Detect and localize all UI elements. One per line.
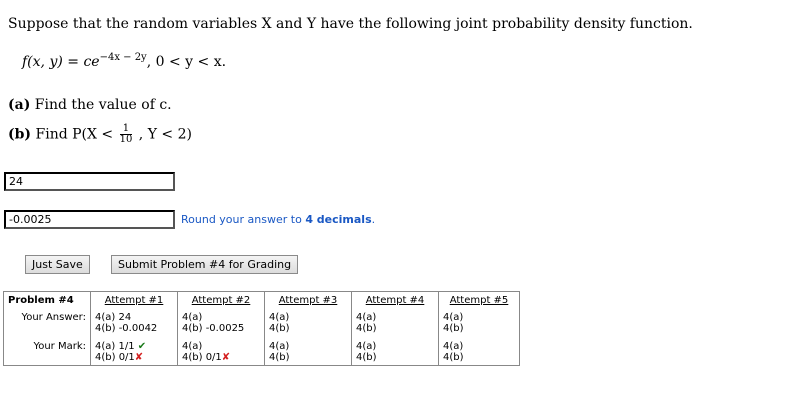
attempt-5-answer: 4(a) 4(b) bbox=[438, 308, 520, 335]
attempt-5-mark: 4(a) 4(b) bbox=[438, 335, 520, 366]
attempt-1-answer: 4(a) 24 4(b) -0.0042 bbox=[90, 308, 178, 335]
part-a-text: Find the value of c. bbox=[34, 97, 172, 113]
hint-bold: 4 decimals bbox=[305, 213, 372, 226]
mark-text: 4(b) 0/1 bbox=[95, 352, 135, 363]
attempt-3-answer: 4(a) 4(b) bbox=[264, 308, 352, 335]
formula-tail: , 0 < y < x. bbox=[146, 54, 227, 70]
answer-line: 4(b) bbox=[269, 323, 290, 334]
hint-prefix: Round your answer to bbox=[181, 213, 306, 226]
mark-text: 4(a) bbox=[356, 341, 377, 352]
answer-line: 4(b) -0.0042 bbox=[95, 323, 158, 334]
attempt-1-link[interactable]: Attempt #1 bbox=[90, 291, 178, 308]
mark-text: 4(a) bbox=[443, 341, 464, 352]
part-b-label: (b) bbox=[8, 126, 32, 143]
attempt-5-link[interactable]: Attempt #5 bbox=[438, 291, 520, 308]
attempt-2-answer: 4(a) 4(b) -0.0025 bbox=[177, 308, 265, 335]
part-a: (a) Find the value of c. bbox=[8, 97, 172, 113]
part-b-suffix: , Y < 2) bbox=[138, 126, 192, 143]
answer-b-input[interactable]: -0.0025 bbox=[4, 210, 175, 229]
check-icon: ✔ bbox=[137, 341, 147, 352]
problem-intro: Suppose that the random variables X and … bbox=[8, 16, 693, 32]
fraction: 1 10 bbox=[119, 124, 133, 145]
your-mark-row: Your Mark: 4(a) 1/1 ✔ 4(b) 0/1✘ 4(a) 4(b… bbox=[4, 335, 520, 366]
attempt-2-mark: 4(a) 4(b) 0/1✘ bbox=[177, 335, 265, 366]
attempt-4-answer: 4(a) 4(b) bbox=[351, 308, 439, 335]
rounding-hint: Round your answer to 4 decimals. bbox=[181, 213, 375, 226]
part-b-prefix: Find P(X < bbox=[35, 126, 114, 143]
mark-text: 4(a) bbox=[182, 341, 203, 352]
answer-line: 4(b) bbox=[356, 323, 377, 334]
your-answer-row: Your Answer: 4(a) 24 4(b) -0.0042 4(a) 4(b… bbox=[4, 308, 520, 335]
attempt-3-mark: 4(a) 4(b) bbox=[264, 335, 352, 366]
part-b: (b) Find P(X < 1 10 , Y < 2) bbox=[8, 124, 192, 145]
your-answer-label: Your Answer: bbox=[21, 312, 86, 323]
attempt-4-mark: 4(a) 4(b) bbox=[351, 335, 439, 366]
mark-text: 4(b) bbox=[269, 352, 290, 363]
cross-icon: ✘ bbox=[221, 352, 231, 363]
hint-suffix: . bbox=[371, 213, 376, 226]
your-mark-label: Your Mark: bbox=[33, 341, 86, 352]
fraction-denominator: 10 bbox=[119, 134, 133, 145]
part-a-label: (a) bbox=[8, 97, 31, 113]
answer-line: 4(a) 24 bbox=[95, 312, 132, 323]
just-save-button[interactable]: Just Save bbox=[25, 255, 90, 274]
attempt-2-link[interactable]: Attempt #2 bbox=[177, 291, 265, 308]
mark-text: 4(a) 1/1 bbox=[95, 341, 135, 352]
answer-line: 4(b) -0.0025 bbox=[182, 323, 245, 334]
mark-text: 4(b) 0/1 bbox=[182, 352, 222, 363]
formula-lhs: f(x, y) = ce bbox=[22, 54, 100, 70]
attempt-4-link[interactable]: Attempt #4 bbox=[351, 291, 439, 308]
answer-line: 4(a) bbox=[443, 312, 464, 323]
answer-a-input[interactable]: 24 bbox=[4, 172, 175, 191]
mark-text: 4(b) bbox=[356, 352, 377, 363]
answer-line: 4(a) bbox=[182, 312, 203, 323]
cross-icon: ✘ bbox=[134, 352, 144, 363]
answer-line: 4(b) bbox=[443, 323, 464, 334]
attempts-table: Problem #4 Attempt #1 Attempt #2 Attempt… bbox=[3, 291, 520, 366]
mark-text: 4(b) bbox=[443, 352, 464, 363]
answer-line: 4(a) bbox=[356, 312, 377, 323]
answer-line: 4(a) bbox=[269, 312, 290, 323]
formula-exponent: −4x − 2y bbox=[99, 52, 147, 63]
submit-button[interactable]: Submit Problem #4 for Grading bbox=[111, 255, 299, 274]
mark-text: 4(a) bbox=[269, 341, 290, 352]
pdf-formula: f(x, y) = ce−4x − 2y, 0 < y < x. bbox=[22, 52, 227, 70]
attempt-1-mark: 4(a) 1/1 ✔ 4(b) 0/1✘ bbox=[90, 335, 178, 366]
attempts-table-header: Problem #4 bbox=[8, 295, 74, 306]
attempt-3-link[interactable]: Attempt #3 bbox=[264, 291, 352, 308]
